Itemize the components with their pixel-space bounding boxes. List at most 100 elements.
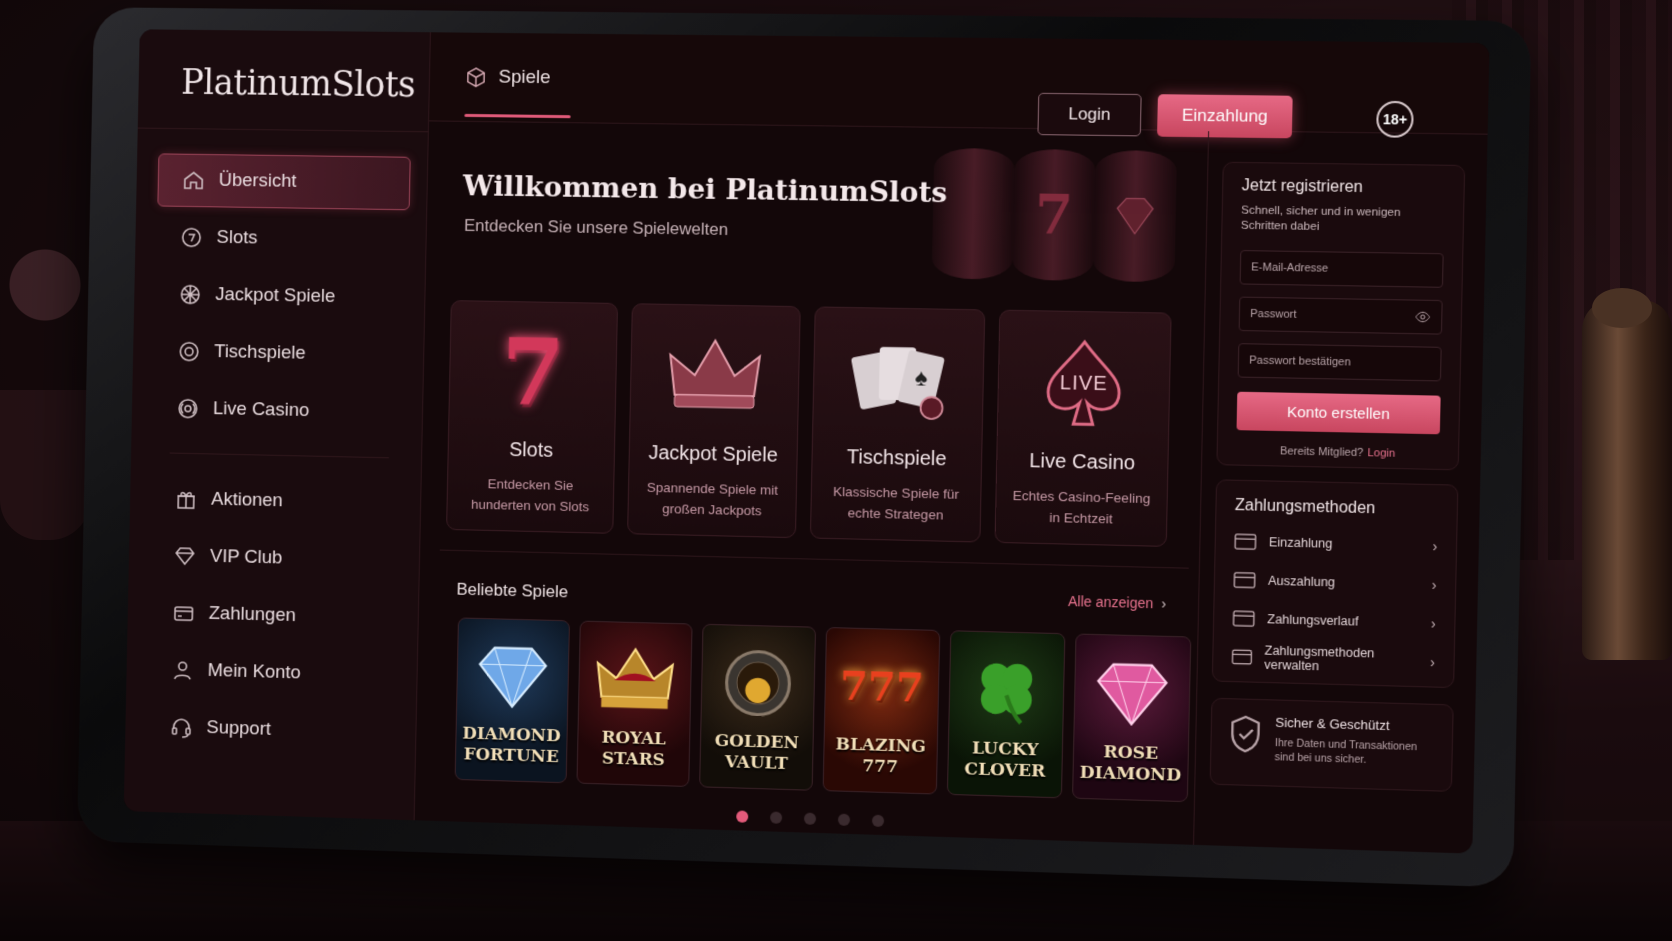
spade-icon: LIVE — [1032, 331, 1135, 434]
category-cards: 7 Slots Entdecken Sie hunderten von Slot… — [446, 300, 1172, 547]
payment-item-auszahlung[interactable]: Auszahlung › — [1233, 568, 1437, 597]
brass-lamp — [1582, 288, 1672, 660]
member-login-link[interactable]: Login — [1367, 447, 1395, 460]
app-logo[interactable]: PlatinumSlots — [181, 63, 416, 105]
game-title: ROSE DIAMOND — [1079, 742, 1182, 786]
sidebar-item-uebersicht[interactable]: Übersicht — [157, 153, 411, 211]
game-art-text: 777 — [839, 661, 925, 712]
category-desc: Echtes Casino-Feeling in Echtzeit — [1012, 487, 1151, 527]
pink-diamond-icon — [1086, 649, 1179, 738]
eye-icon[interactable] — [1414, 309, 1431, 326]
game-title: ROYAL STARS — [601, 727, 667, 771]
payment-item-zahlungsverlauf[interactable]: Zahlungsverlauf › — [1232, 606, 1436, 636]
payment-item-verwalten[interactable]: Zahlungsmethoden verwalten › — [1231, 643, 1435, 675]
reel — [931, 147, 1015, 280]
payment-item-label: Zahlungsverlauf — [1267, 612, 1359, 629]
chevron-right-icon: › — [1161, 595, 1167, 612]
clover-icon — [960, 646, 1053, 735]
confirm-password-field[interactable]: Passwort bestätigen — [1237, 343, 1442, 382]
sidebar-item-mein-konto[interactable]: Mein Konto — [147, 643, 400, 703]
page-title: Willkommen bei PlatinumSlots — [462, 169, 948, 210]
sidebar-item-slots[interactable]: Slots — [156, 210, 409, 267]
card-icon — [1232, 648, 1253, 667]
pagination-dot[interactable] — [769, 811, 783, 824]
game-title: GOLDEN VAULT — [714, 730, 800, 774]
divider — [137, 127, 429, 133]
vault-icon — [712, 639, 803, 727]
registration-form: Jetzt registrieren Schnell, sicher und i… — [1216, 161, 1466, 471]
password-field[interactable]: Passwort — [1238, 296, 1443, 335]
pagination-dot-active[interactable] — [736, 810, 749, 823]
security-title: Sicher & Geschützt — [1275, 714, 1390, 734]
email-placeholder: E-Mail-Adresse — [1251, 261, 1329, 275]
seven-icon: 7 — [500, 317, 566, 427]
confirm-placeholder: Passwort bestätigen — [1249, 354, 1351, 369]
card-icon — [1234, 532, 1257, 551]
tab-active-indicator — [464, 113, 571, 119]
payment-item-label: Auszahlung — [1267, 573, 1336, 590]
sidebar-item-label: Slots — [216, 227, 258, 249]
registration-subtitle: Schnell, sicher und in wenigen Schritten… — [1240, 204, 1401, 234]
view-all-label: Alle anzeigen — [1067, 592, 1154, 612]
sidebar-item-label: VIP Club — [209, 545, 283, 569]
carousel-pagination — [736, 810, 885, 828]
payments-title: Zahlungsmethoden — [1234, 496, 1376, 518]
crown-icon — [664, 325, 765, 427]
sidebar-item-label: Zahlungen — [208, 603, 297, 627]
sidebar-item-label: Aktionen — [210, 488, 284, 512]
sidebar-item-zahlungen[interactable]: Zahlungen — [148, 586, 401, 646]
sidebar-item-support[interactable]: Support — [146, 700, 399, 761]
sidebar-item-jackpot[interactable]: Jackpot Spiele — [155, 267, 408, 325]
cards-icon: ♠ — [847, 328, 949, 430]
gift-icon — [174, 487, 198, 511]
section-title: Beliebte Spiele — [456, 579, 569, 602]
game-title: DIAMOND FORTUNE — [462, 723, 561, 768]
user-icon — [171, 658, 195, 682]
pagination-dot[interactable] — [803, 812, 817, 825]
create-account-button[interactable]: Konto erstellen — [1236, 391, 1441, 435]
pagination-dot[interactable] — [871, 814, 885, 828]
home-icon — [182, 168, 206, 192]
game-tile-blazing-777[interactable]: 777 BLAZING 777 — [822, 626, 941, 795]
game-tile-golden-vault[interactable]: GOLDEN VAULT — [699, 623, 817, 791]
card-icon — [1232, 609, 1255, 628]
flame-sevens-icon: 777 — [836, 642, 928, 731]
sidebar: PlatinumSlots Übersicht Slots Jackpot Sp… — [123, 29, 431, 821]
sidebar-item-label: Support — [206, 717, 272, 740]
game-carousel: DIAMOND FORTUNE ROYAL STARS GOLDEN VAULT… — [454, 617, 1192, 803]
headset-icon — [170, 715, 194, 739]
payment-item-einzahlung[interactable]: Einzahlung › — [1234, 529, 1438, 558]
tablet-device: PlatinumSlots Übersicht Slots Jackpot Sp… — [76, 7, 1532, 888]
security-text: Ihre Daten und Transaktionen sind bei un… — [1274, 736, 1418, 766]
diamond-icon — [468, 633, 558, 721]
chip-icon — [177, 340, 201, 364]
gem-icon — [1109, 190, 1161, 241]
live-icon — [176, 397, 200, 421]
view-all-link[interactable]: Alle anzeigen › — [1068, 593, 1167, 612]
sidebar-item-label: Tischspiele — [214, 341, 306, 364]
sidebar-item-label: Übersicht — [218, 169, 297, 192]
category-card-tischspiele[interactable]: ♠ Tischspiele Klassische Spiele für echt… — [809, 306, 986, 543]
pagination-dot[interactable] — [837, 813, 851, 826]
email-field[interactable]: E-Mail-Adresse — [1239, 250, 1444, 288]
category-card-live-casino[interactable]: LIVE Live Casino Echtes Casino-Feeling i… — [994, 309, 1172, 547]
sidebar-item-tischspiele[interactable]: Tischspiele — [154, 324, 407, 382]
sidebar-item-label: Mein Konto — [207, 660, 301, 684]
sidebar-item-aktionen[interactable]: Aktionen — [151, 472, 404, 531]
game-tile-diamond-fortune[interactable]: DIAMOND FORTUNE — [454, 617, 570, 784]
category-name: Jackpot Spiele — [648, 442, 778, 467]
live-badge: LIVE — [1059, 372, 1109, 396]
reel — [1093, 149, 1178, 283]
tab-spiele[interactable]: Spiele — [465, 66, 551, 89]
game-tile-royal-stars[interactable]: ROYAL STARS — [576, 620, 693, 788]
category-name: Tischspiele — [846, 446, 947, 471]
security-note: Sicher & Geschützt Ihre Daten und Transa… — [1209, 697, 1454, 792]
category-card-slots[interactable]: 7 Slots Entdecken Sie hunderten von Slot… — [446, 300, 619, 534]
category-card-jackpot[interactable]: Jackpot Spiele Spannende Spiele mit groß… — [627, 303, 801, 539]
game-tile-rose-diamond[interactable]: ROSE DIAMOND — [1072, 633, 1192, 803]
password-placeholder: Passwort — [1250, 307, 1297, 321]
payment-item-label: Einzahlung — [1268, 535, 1333, 551]
sidebar-item-live-casino[interactable]: Live Casino — [153, 381, 406, 439]
game-tile-lucky-clover[interactable]: LUCKY CLOVER — [946, 630, 1066, 799]
sidebar-item-vip-club[interactable]: VIP Club — [150, 529, 403, 588]
